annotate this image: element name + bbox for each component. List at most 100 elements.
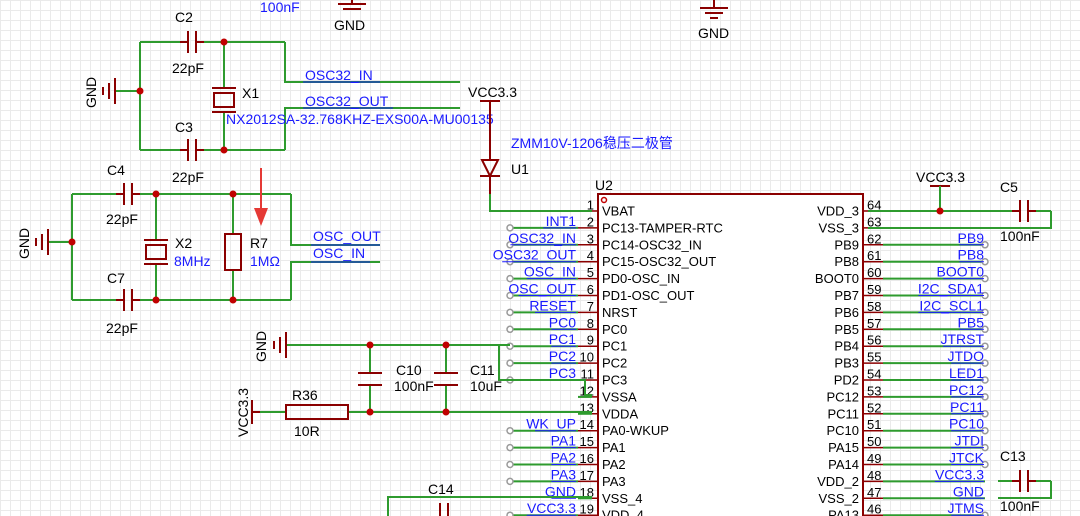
pin-number: 58 xyxy=(867,299,881,314)
arrow-marker xyxy=(254,168,268,226)
net-label: PB5 xyxy=(958,314,985,330)
net-label: PA3 xyxy=(551,466,577,482)
junction xyxy=(220,38,228,46)
c7-ref: C7 xyxy=(107,270,125,286)
pin-name: PB3 xyxy=(834,356,859,371)
gnd-symbol-32k xyxy=(102,78,116,104)
pin-number: 59 xyxy=(867,282,881,297)
net-label: OSC32_IN xyxy=(508,230,576,246)
pin-name: PC3 xyxy=(602,373,627,388)
pin-name: PB8 xyxy=(834,254,859,269)
gnd-label-8m: GND xyxy=(16,228,32,259)
pin-name: PC15-OSC32_OUT xyxy=(602,254,716,269)
junction xyxy=(442,341,450,349)
pin-name: PC0 xyxy=(602,322,627,337)
pin-name: NRST xyxy=(602,305,637,320)
crystal32-wires xyxy=(115,41,460,151)
net-label: PC1 xyxy=(549,331,576,347)
c14-ref: C14 xyxy=(428,481,454,497)
pin-number: 49 xyxy=(867,451,881,466)
net-terminal xyxy=(506,426,514,435)
resistor-r7 xyxy=(224,233,242,271)
mcu-ref: U2 xyxy=(595,177,613,193)
crystal-x2 xyxy=(144,239,168,265)
pin-name: PC11 xyxy=(827,406,859,421)
pin-number: 9 xyxy=(587,333,594,348)
net-label: PA1 xyxy=(551,433,577,449)
vcc-label-c5: VCC3.3 xyxy=(916,169,965,185)
net-terminal xyxy=(506,511,514,516)
net-label: PB8 xyxy=(958,247,985,263)
vcc-label-analog: VCC3.3 xyxy=(235,388,251,437)
net-label: LED1 xyxy=(949,365,984,381)
pin-number: 7 xyxy=(587,299,594,314)
junction xyxy=(152,190,160,198)
junction xyxy=(136,87,144,95)
vcc-symbol-analog xyxy=(251,400,260,424)
pin-name: PD0-OSC_IN xyxy=(602,271,680,286)
c13-wires xyxy=(998,480,1052,499)
gnd-symbol-top-2 xyxy=(700,0,728,19)
vcc-label-zener: VCC3.3 xyxy=(468,84,517,100)
net-label-osc32-out: OSC32_OUT xyxy=(305,93,389,109)
net-label: PC3 xyxy=(549,365,576,381)
capacitor-c11 xyxy=(434,372,458,386)
pin-name: PC14-OSC32_IN xyxy=(602,237,702,252)
capacitor-c13 xyxy=(1012,470,1036,492)
pin-number: 55 xyxy=(867,350,881,365)
c7-value: 22pF xyxy=(106,320,138,336)
pin-number: 3 xyxy=(587,231,594,246)
mcu-right-pins: 64VDD_363VSS_362PB9 PB961PB8 PB860BOOT0 BOO… xyxy=(815,198,989,516)
pin-name: PB4 xyxy=(834,339,859,354)
net-label: OSC32_OUT xyxy=(493,247,577,263)
junction xyxy=(152,296,160,304)
net-terminal xyxy=(506,443,514,452)
zener-part: ZMM10V-1206稳压二极管 xyxy=(511,135,673,151)
c5-value: 100nF xyxy=(1000,228,1040,244)
pin-number: 60 xyxy=(867,265,881,280)
pin-number: 6 xyxy=(587,282,594,297)
net-label: JTMS xyxy=(947,500,984,516)
net-label: PC11 xyxy=(950,399,984,415)
pin-name: PD2 xyxy=(834,373,859,388)
capacitor-c2 xyxy=(180,31,204,53)
capacitor-c14 xyxy=(439,503,449,516)
pin-number: 4 xyxy=(587,248,594,263)
gnd-label-top-2: GND xyxy=(698,25,729,41)
vbat-wire xyxy=(489,194,592,212)
net-label: WK_UP xyxy=(526,416,576,432)
c5-wires xyxy=(868,186,1052,229)
pin-number: 16 xyxy=(580,451,594,466)
pin-name: PB5 xyxy=(834,322,859,337)
r36-value: 10R xyxy=(294,423,320,439)
c4-ref: C4 xyxy=(107,162,125,178)
net-label: I2C_SCL1 xyxy=(919,297,984,313)
crystal-x1 xyxy=(212,87,236,113)
c11-value: 10uF xyxy=(470,378,502,394)
gnd-symbol-analog xyxy=(273,332,287,358)
net-terminal xyxy=(506,477,514,486)
c3-ref: C3 xyxy=(175,119,193,135)
pin-name: PC10 xyxy=(826,423,859,438)
junction xyxy=(366,341,374,349)
pin-number: 51 xyxy=(867,417,881,432)
junction xyxy=(229,190,237,198)
gnd-symbol-8m xyxy=(35,229,49,255)
pin-name: VSS_2 xyxy=(819,491,859,506)
capacitor-c3 xyxy=(180,139,204,161)
r36-ref: R36 xyxy=(292,387,318,403)
pin-name: PC12 xyxy=(826,389,859,404)
pin-name: PB6 xyxy=(834,305,859,320)
net-label: PA2 xyxy=(551,450,577,466)
c10-ref: C10 xyxy=(396,362,422,378)
pin-name: PD1-OSC_OUT xyxy=(602,288,695,303)
pin-number: 50 xyxy=(867,434,881,449)
c2-ref: C2 xyxy=(175,9,193,25)
pin-name: PB9 xyxy=(834,237,859,252)
pin-number: 48 xyxy=(867,468,881,483)
x1-part: NX2012SA-32.768KHZ-EXS00A-MU00135 xyxy=(226,111,494,127)
net-label: OSC_OUT xyxy=(508,281,576,297)
resistor-r36 xyxy=(285,404,349,420)
net-label: JTDI xyxy=(954,433,984,449)
net-label: JTDO xyxy=(947,348,984,364)
